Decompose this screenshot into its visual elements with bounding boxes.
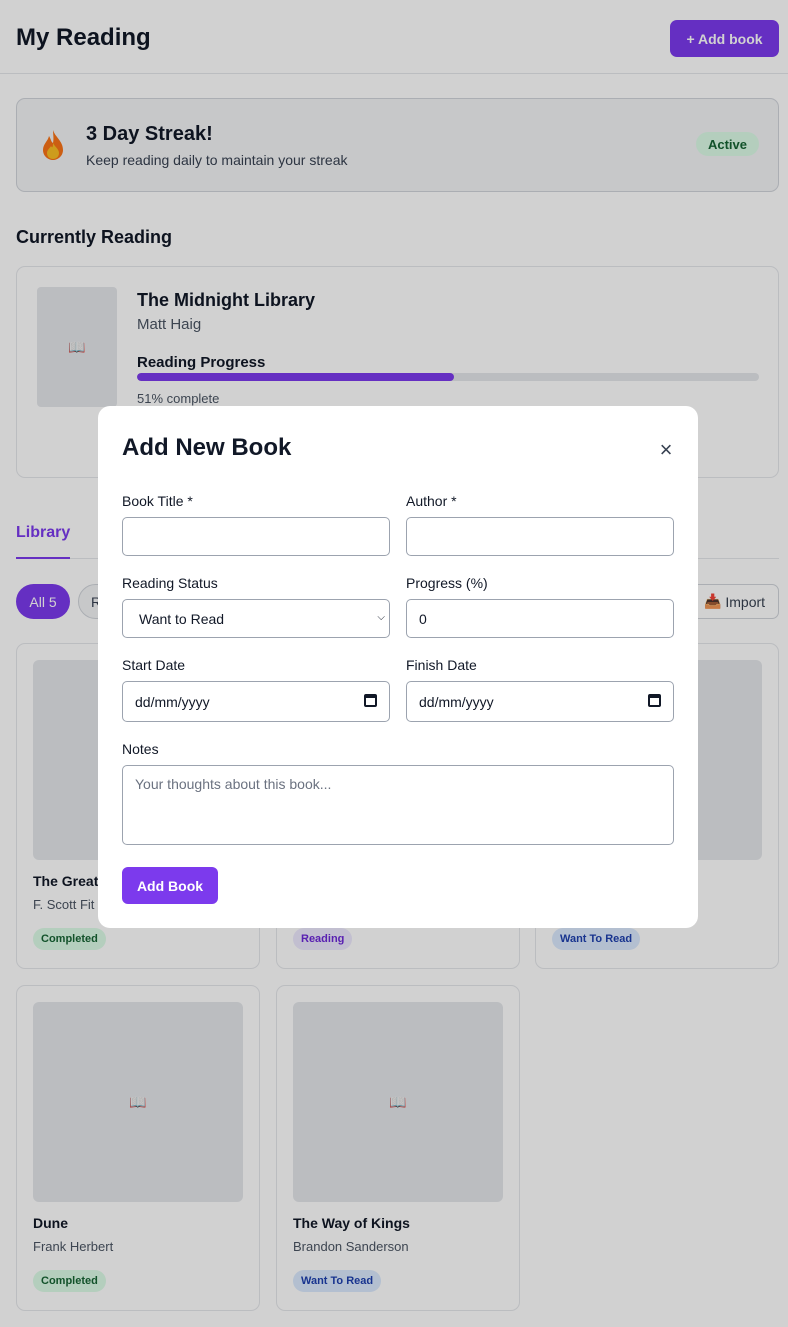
start-date-value: dd/mm/yyyy [135, 693, 210, 710]
start-date-label: Start Date [122, 657, 186, 673]
book-title-label: Book Title * [122, 493, 193, 509]
notes-label: Notes [122, 741, 159, 757]
reading-status-value: Want to Read [139, 610, 225, 627]
finish-date-input[interactable]: dd/mm/yyyy [406, 681, 674, 722]
progress-label: Progress (%) [406, 575, 488, 591]
finish-date-label: Finish Date [406, 657, 477, 673]
notes-placeholder: Your thoughts about this book... [135, 776, 332, 792]
chevron-down-icon: ⌵ [377, 612, 385, 623]
calendar-icon[interactable] [648, 694, 661, 707]
reading-status-label: Reading Status [122, 575, 218, 591]
author-input[interactable] [406, 517, 674, 556]
modal-title: Add New Book [122, 434, 292, 461]
start-date-input[interactable]: dd/mm/yyyy [122, 681, 390, 722]
add-book-modal: Add New Book × Book Title * Author * Rea… [98, 406, 698, 928]
finish-date-value: dd/mm/yyyy [419, 693, 494, 710]
progress-input[interactable]: 0 [406, 599, 674, 638]
progress-value: 0 [419, 610, 427, 627]
add-book-submit-button[interactable]: Add Book [122, 867, 218, 904]
author-label: Author * [406, 493, 457, 509]
close-icon[interactable]: × [654, 437, 678, 462]
notes-textarea[interactable]: Your thoughts about this book... [122, 765, 674, 845]
calendar-icon[interactable] [364, 694, 377, 707]
book-title-input[interactable] [122, 517, 390, 556]
reading-status-select[interactable]: Want to Read ⌵ [122, 599, 390, 638]
